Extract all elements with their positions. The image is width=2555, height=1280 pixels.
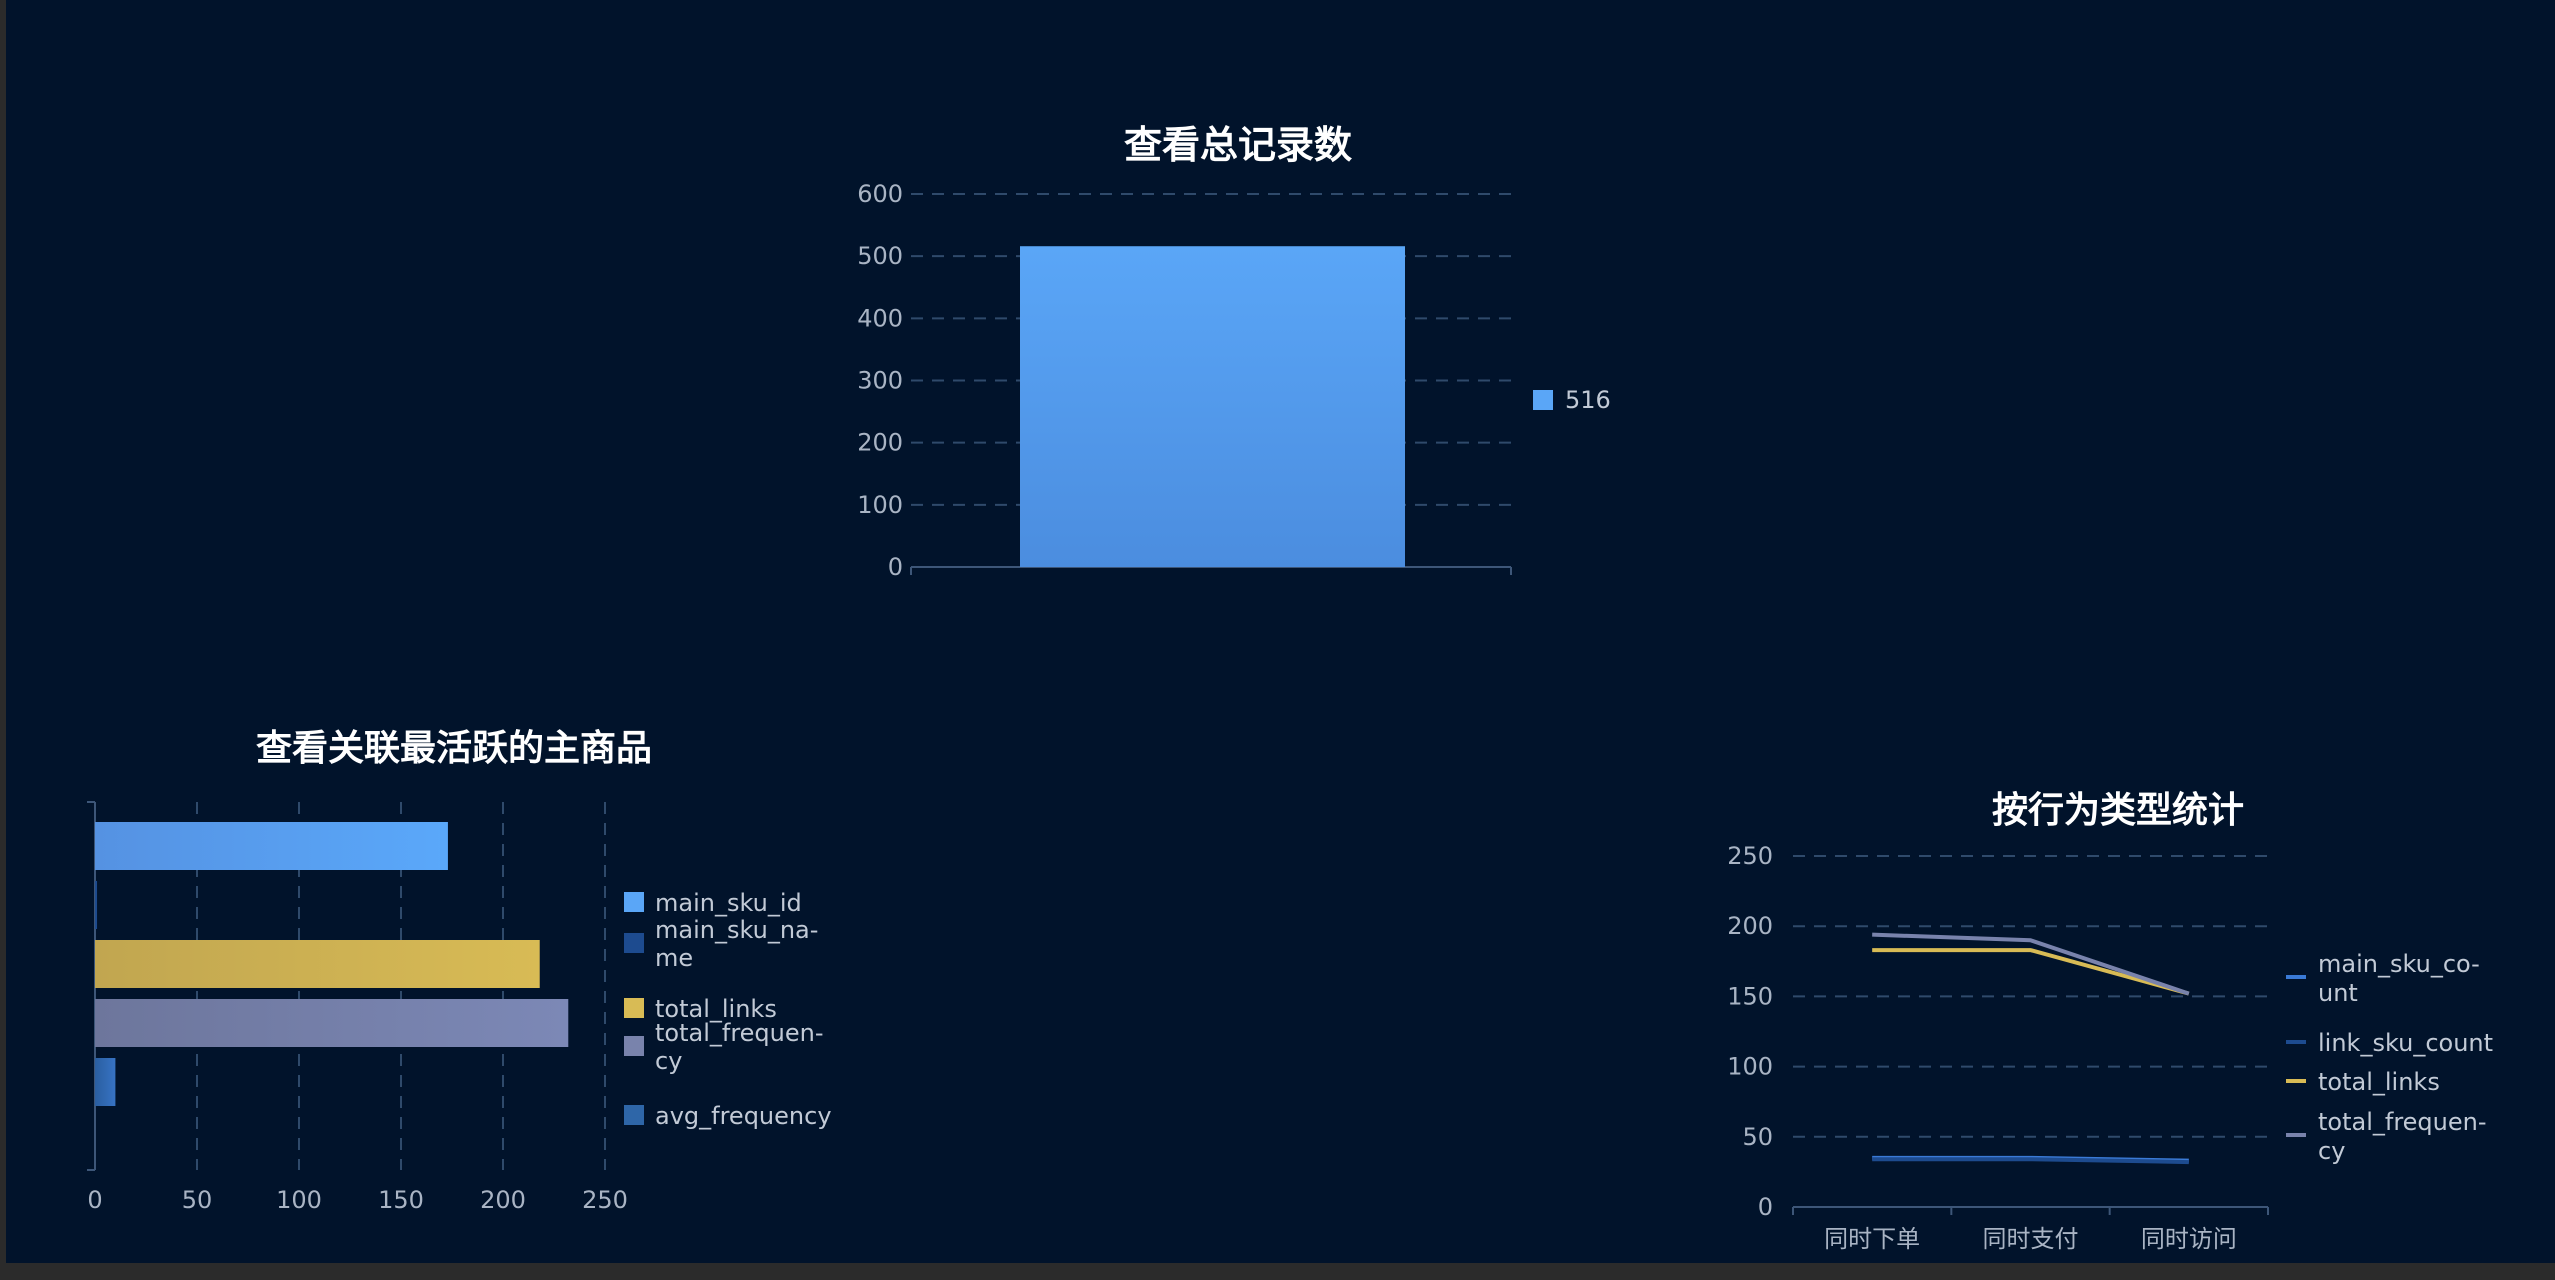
behavior-type-stats-chart: 按行为类型统计 0 50 100 150 200 250 同时下单 同时支付 同时访问 main_s… (1727, 790, 2493, 1253)
y-tick-label: 300 (857, 367, 903, 395)
chart-title: 查看总记录数 (1124, 123, 1352, 167)
legend-label: avg_frequency (655, 1102, 832, 1130)
legend-label: main_sku_na- (655, 916, 818, 944)
y-tick-label: 0 (1758, 1193, 1773, 1221)
legend-swatch (624, 1036, 644, 1056)
x-tick-label: 同时支付 (1983, 1225, 2079, 1253)
total-records-chart: 查看总记录数 0 100 200 300 400 500 600 516 (857, 123, 1611, 581)
bar (1020, 246, 1405, 567)
y-tick-label: 100 (857, 491, 903, 519)
legend-swatch (624, 1105, 644, 1125)
chart-title: 查看关联最活跃的主商品 (256, 728, 652, 769)
legend-label: unt (2318, 979, 2358, 1007)
legend-label: cy (655, 1047, 682, 1075)
legend-label: main_sku_id (655, 889, 802, 917)
legend-label: cy (2318, 1137, 2345, 1165)
y-tick-label: 250 (1727, 842, 1773, 870)
bar (95, 1058, 116, 1106)
bar (95, 881, 98, 929)
legend-label: main_sku_co- (2318, 950, 2480, 978)
legend-swatch (624, 998, 644, 1018)
legend-swatch (624, 892, 644, 912)
legend-swatch (1533, 390, 1553, 410)
y-tick-label: 0 (888, 553, 903, 581)
y-tick-label: 400 (857, 304, 903, 332)
legend-label: link_sku_count (2318, 1029, 2493, 1057)
legend-label: total_links (2318, 1068, 2440, 1096)
bar (95, 999, 569, 1047)
x-tick-label: 100 (276, 1186, 322, 1214)
chart-title: 按行为类型统计 (1992, 790, 2244, 831)
legend-swatch (624, 933, 644, 953)
x-tick-label: 同时访问 (2141, 1225, 2237, 1253)
x-tick-label: 同时下单 (1824, 1225, 1920, 1253)
bar (95, 822, 448, 870)
legend-label: 516 (1565, 386, 1611, 414)
y-tick-label: 500 (857, 242, 903, 270)
series-line (1872, 1157, 2189, 1165)
y-tick-label: 600 (857, 180, 903, 208)
x-tick-label: 250 (582, 1186, 628, 1214)
y-tick-label: 200 (857, 429, 903, 457)
y-tick-label: 150 (1727, 982, 1773, 1010)
series-line (1872, 932, 2190, 996)
legend-label: me (655, 944, 693, 972)
y-tick-label: 200 (1727, 912, 1773, 940)
x-tick-label: 150 (378, 1186, 424, 1214)
legend-label: total_frequen- (655, 1019, 824, 1047)
series-line (1872, 948, 2190, 996)
y-tick-label: 50 (1742, 1123, 1773, 1151)
x-tick-label: 200 (480, 1186, 526, 1214)
legend-label: total_frequen- (2318, 1108, 2487, 1136)
bar (95, 940, 540, 988)
x-tick-label: 0 (87, 1186, 102, 1214)
x-tick-label: 50 (182, 1186, 213, 1214)
dashboard-screen: 查看总记录数 0 100 200 300 400 500 600 516 查看关联最活跃的主商品… (6, 0, 2555, 1263)
y-tick-label: 100 (1727, 1053, 1773, 1081)
most-active-main-product-chart: 查看关联最活跃的主商品 0 50 100 150 200 250 main_sku_idmai… (87, 728, 832, 1214)
